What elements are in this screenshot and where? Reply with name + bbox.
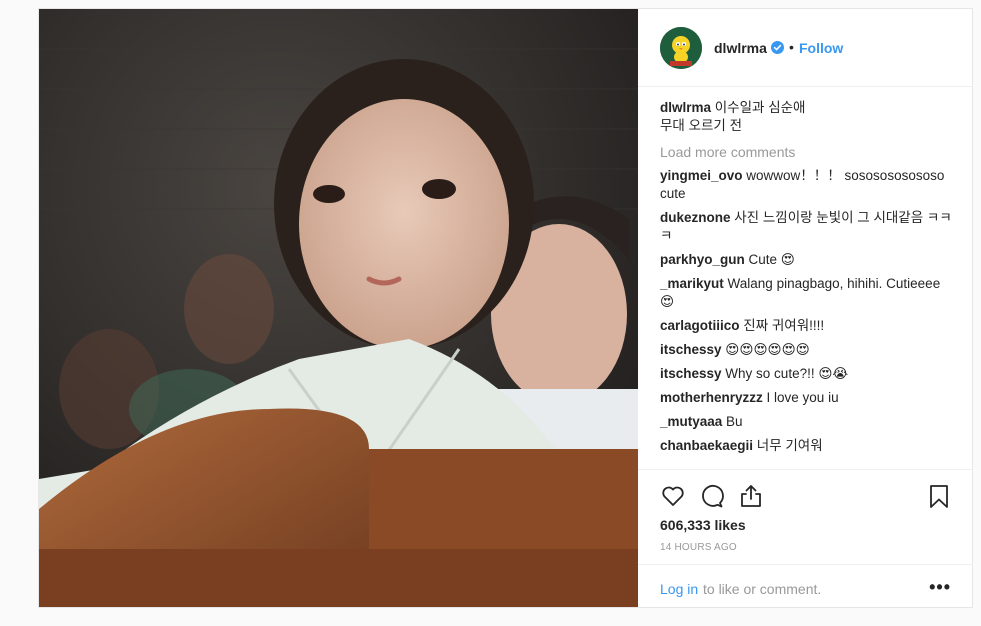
comment-text: Bu (722, 414, 743, 429)
caption-username[interactable]: dlwlrma (660, 100, 711, 115)
login-bar: Log in to like or comment. ••• (638, 564, 973, 608)
comment-username[interactable]: parkhyo_gun (660, 252, 745, 267)
comment-username[interactable]: itschessy (660, 366, 722, 381)
comments-list: dlwlrma 이수일과 심순애 무대 오르기 전 Load more comm… (660, 99, 952, 461)
share-icon[interactable] (738, 483, 764, 509)
caption-text-line1: 이수일과 심순애 (711, 100, 806, 115)
comment-username[interactable]: _mutyaaa (660, 414, 722, 429)
post-sidebar: dlwlrma • Follow dlwlrma 이수일과 심순애 무대 오르기… (638, 9, 973, 607)
comment-username[interactable]: chanbaekaegii (660, 438, 753, 453)
instagram-post: dlwlrma • Follow dlwlrma 이수일과 심순애 무대 오르기… (38, 8, 973, 608)
login-prompt-text: to like or comment. (703, 581, 822, 597)
comment-item: chanbaekaegii 너무 기여워 (660, 437, 952, 455)
header-separator: • (789, 39, 794, 55)
comment-item: _mutyaaa Bu (660, 413, 952, 431)
comment-item: dukeznone 사진 느낌이랑 눈빛이 그 시대같음 ㅋㅋㅋ (660, 209, 952, 245)
comment-text: I love you iu (762, 390, 839, 405)
post-photo[interactable] (39, 9, 638, 607)
load-more-comments-button[interactable]: Load more comments (660, 143, 952, 161)
more-options-button[interactable]: ••• (929, 577, 951, 598)
comment-icon[interactable] (699, 483, 725, 509)
comment-username[interactable]: carlagotiiico (660, 318, 740, 333)
comment-username[interactable]: itschessy (660, 342, 722, 357)
comment-item: parkhyo_gun Cute 😍 (660, 251, 952, 269)
comment-item: yingmei_ovo wowwow！！！ sososososososo cut… (660, 167, 952, 203)
comment-item: itschessy 😍😍😍😍😍😍 (660, 341, 952, 359)
post-timestamp[interactable]: 14 HOURS AGO (660, 542, 737, 553)
comment-username[interactable]: yingmei_ovo (660, 168, 743, 183)
post-header: dlwlrma • Follow (638, 9, 973, 87)
comment-text: 😍😍😍😍😍😍 (721, 342, 810, 357)
comment-text: 너무 기여워 (753, 438, 823, 453)
post-caption: dlwlrma 이수일과 심순애 무대 오르기 전 (660, 99, 952, 135)
comment-text: 진짜 귀여워!!!! (739, 318, 825, 333)
header-username[interactable]: dlwlrma (714, 40, 767, 56)
comment-item: _marikyut Walang pinagbago, hihihi. Cuti… (660, 275, 952, 311)
bookmark-icon[interactable] (926, 483, 952, 509)
comment-username[interactable]: _marikyut (660, 276, 724, 291)
tweety-avatar-icon (660, 27, 702, 69)
comment-item: itschessy Why so cute?!! 😍😭 (660, 365, 952, 383)
action-bar: 606,333 likes 14 HOURS AGO Log in to lik… (638, 469, 973, 607)
verified-badge-icon (771, 41, 784, 54)
comment-item: carlagotiiico 진짜 귀여워!!!! (660, 317, 952, 335)
photo-image (39, 9, 638, 607)
heart-icon[interactable] (660, 483, 686, 509)
comment-text: Why so cute?!! 😍😭 (721, 366, 849, 381)
likes-count[interactable]: 606,333 likes (660, 517, 746, 533)
follow-button[interactable]: Follow (799, 40, 843, 56)
login-link[interactable]: Log in (660, 581, 698, 597)
comment-item: motherhenryzzz I love you iu (660, 389, 952, 407)
comment-text: Cute 😍 (744, 252, 795, 267)
comment-username[interactable]: dukeznone (660, 210, 731, 225)
avatar[interactable] (660, 27, 702, 69)
caption-text-line2: 무대 오르기 전 (660, 118, 743, 133)
comment-username[interactable]: motherhenryzzz (660, 390, 763, 405)
